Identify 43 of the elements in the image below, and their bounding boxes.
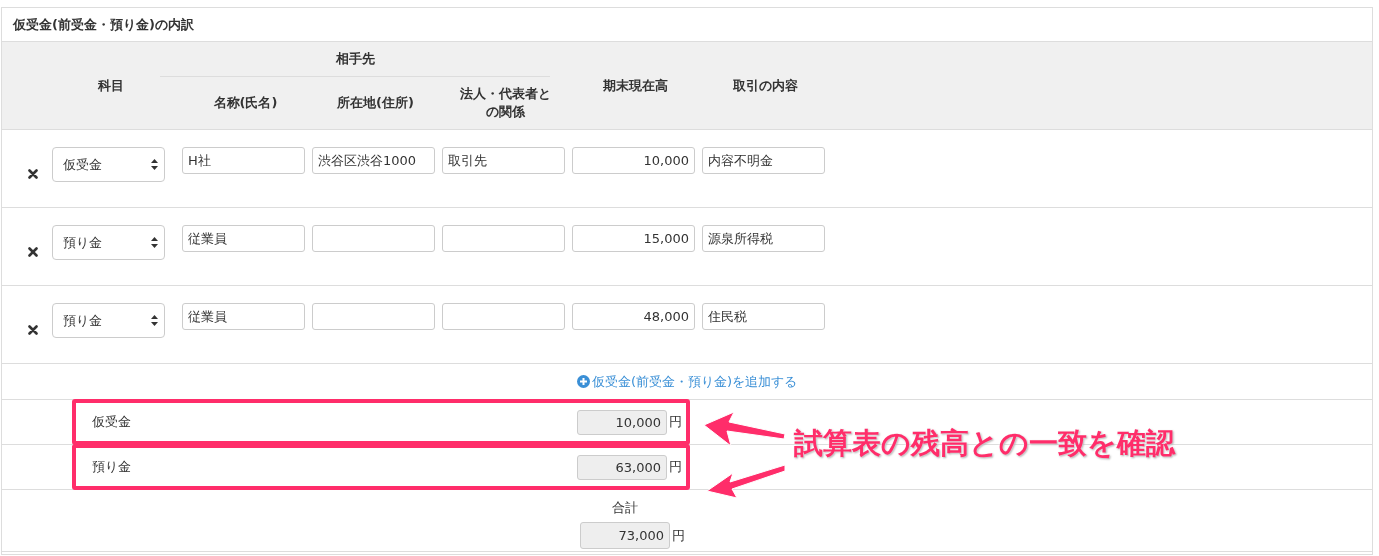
amount-field: 73,000 [580, 522, 670, 549]
unit-label: 円 [672, 526, 685, 545]
column-header: 所在地(住所) [336, 94, 415, 112]
input-field[interactable]: 48,000 [572, 303, 695, 330]
input-field[interactable]: 渋谷区渋谷1000 [312, 147, 435, 174]
input-field[interactable]: 10,000 [572, 147, 695, 174]
add-link[interactable]: 仮受金(前受金・預り金)を追加する [576, 372, 798, 391]
column-header: 科目 [96, 76, 125, 95]
account-select[interactable]: 預り金 [52, 303, 165, 338]
account-select[interactable]: 仮受金 [52, 147, 165, 182]
input-field[interactable] [312, 225, 435, 252]
amount-field: 10,000 [577, 409, 667, 435]
updown-icon [151, 237, 158, 248]
column-header: 法人・代表者との関係 [459, 85, 552, 121]
input-field[interactable]: 従業員 [182, 225, 305, 252]
total-label: 合計 [611, 499, 639, 517]
updown-icon [151, 315, 158, 326]
summary-label: 預り金 [92, 458, 132, 476]
amount-field: 63,000 [577, 454, 667, 480]
input-field[interactable]: H社 [182, 147, 305, 174]
column-header: 相手先 [160, 42, 550, 77]
column-header: 期末現在高 [602, 76, 669, 95]
column-header: 名称(氏名) [212, 94, 279, 112]
input-field[interactable]: 15,000 [572, 225, 695, 252]
input-field[interactable]: 従業員 [182, 303, 305, 330]
summary-label: 仮受金 [92, 413, 132, 431]
plus-circle-icon [576, 375, 590, 388]
input-field[interactable]: 源泉所得税 [702, 225, 825, 252]
input-field[interactable] [442, 303, 565, 330]
delete-icon [28, 169, 38, 179]
unit-label: 円 [669, 413, 682, 431]
delete-icon [28, 247, 38, 257]
input-field[interactable]: 内容不明金 [702, 147, 825, 174]
column-header: 取引の内容 [732, 76, 799, 95]
input-field[interactable] [312, 303, 435, 330]
delete-icon [28, 325, 38, 335]
annotation-text: 試算表の残高との一致を確認 [794, 425, 1175, 462]
input-field[interactable]: 住民税 [702, 303, 825, 330]
input-field[interactable]: 取引先 [442, 147, 565, 174]
unit-label: 円 [669, 458, 682, 476]
input-field[interactable] [442, 225, 565, 252]
account-select[interactable]: 預り金 [52, 225, 165, 260]
updown-icon [151, 159, 158, 170]
